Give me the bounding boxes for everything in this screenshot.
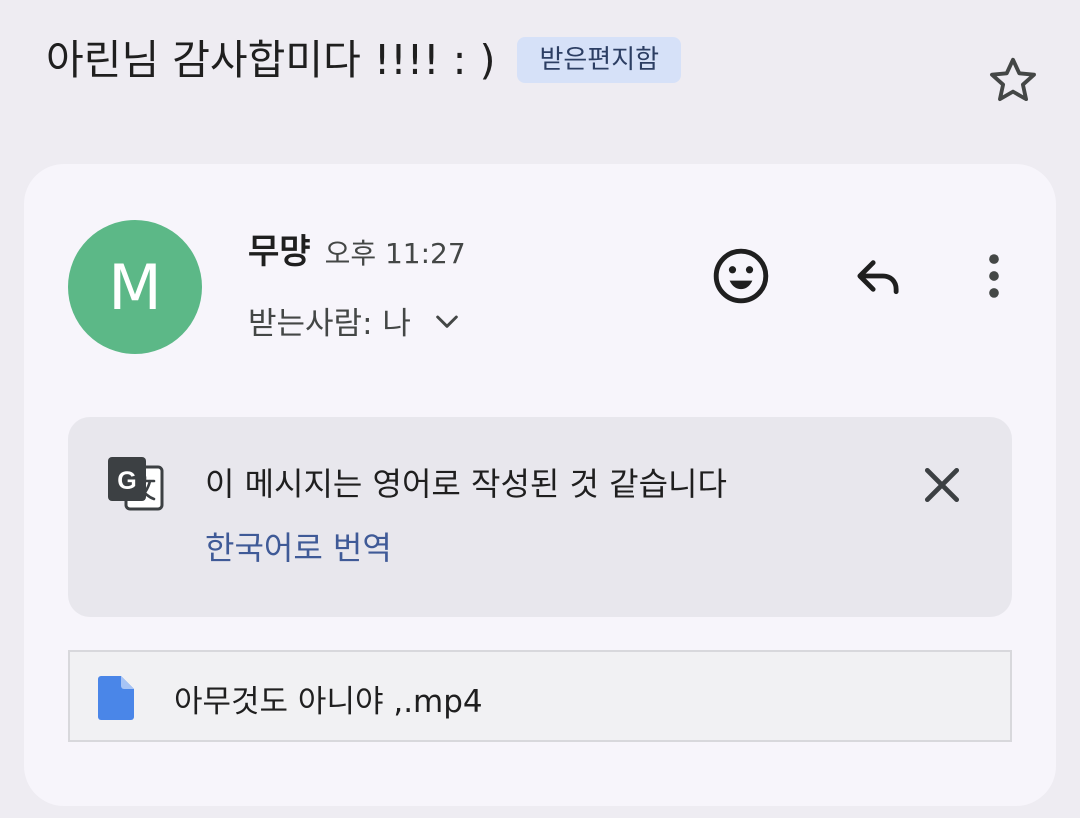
inbox-label-chip[interactable]: 받은편지함 bbox=[517, 37, 682, 83]
more-options-button[interactable] bbox=[962, 246, 1026, 310]
translate-link[interactable]: 한국어로 번역 bbox=[205, 523, 392, 569]
sender-name[interactable]: 무먕 bbox=[248, 224, 311, 273]
emoji-reaction-button[interactable] bbox=[709, 246, 773, 310]
recipient-text: 받는사람: 나 bbox=[248, 306, 411, 342]
avatar-initial: M bbox=[108, 250, 162, 324]
sent-time: 오후 11:27 bbox=[324, 237, 466, 270]
message-card: M 무먕 오후 11:27 받는사람: 나 G 이 메시지는 영어로 작성된 것… bbox=[24, 164, 1056, 806]
reply-icon bbox=[849, 247, 907, 309]
sender-line: 무먕 오후 11:27 bbox=[248, 224, 466, 273]
close-icon bbox=[920, 463, 964, 511]
more-vert-icon bbox=[965, 247, 1023, 309]
chevron-down-icon bbox=[431, 305, 463, 337]
recipient-toggle[interactable]: 받는사람: 나 bbox=[248, 298, 463, 343]
file-icon bbox=[98, 676, 134, 720]
translation-message: 이 메시지는 영어로 작성된 것 같습니다 bbox=[205, 465, 727, 503]
subject-row: 아린님 감사합미다 !!!! : ) 받은편지함 bbox=[46, 22, 682, 98]
attachment-chip[interactable]: 아무것도 아니야 ,.mp4 bbox=[68, 650, 1012, 742]
reply-button[interactable] bbox=[846, 246, 910, 310]
avatar[interactable]: M bbox=[68, 220, 202, 354]
attachment-filename: 아무것도 아니야 ,.mp4 bbox=[174, 684, 483, 720]
close-translation-button[interactable] bbox=[916, 461, 968, 513]
emoji-icon bbox=[710, 245, 772, 311]
translate-icon: G bbox=[106, 455, 168, 517]
star-icon[interactable] bbox=[984, 52, 1042, 110]
translation-banner: G 이 메시지는 영어로 작성된 것 같습니다 한국어로 번역 bbox=[68, 417, 1012, 617]
svg-text:G: G bbox=[117, 467, 136, 495]
email-subject: 아린님 감사합미다 !!!! : ) bbox=[46, 36, 496, 84]
